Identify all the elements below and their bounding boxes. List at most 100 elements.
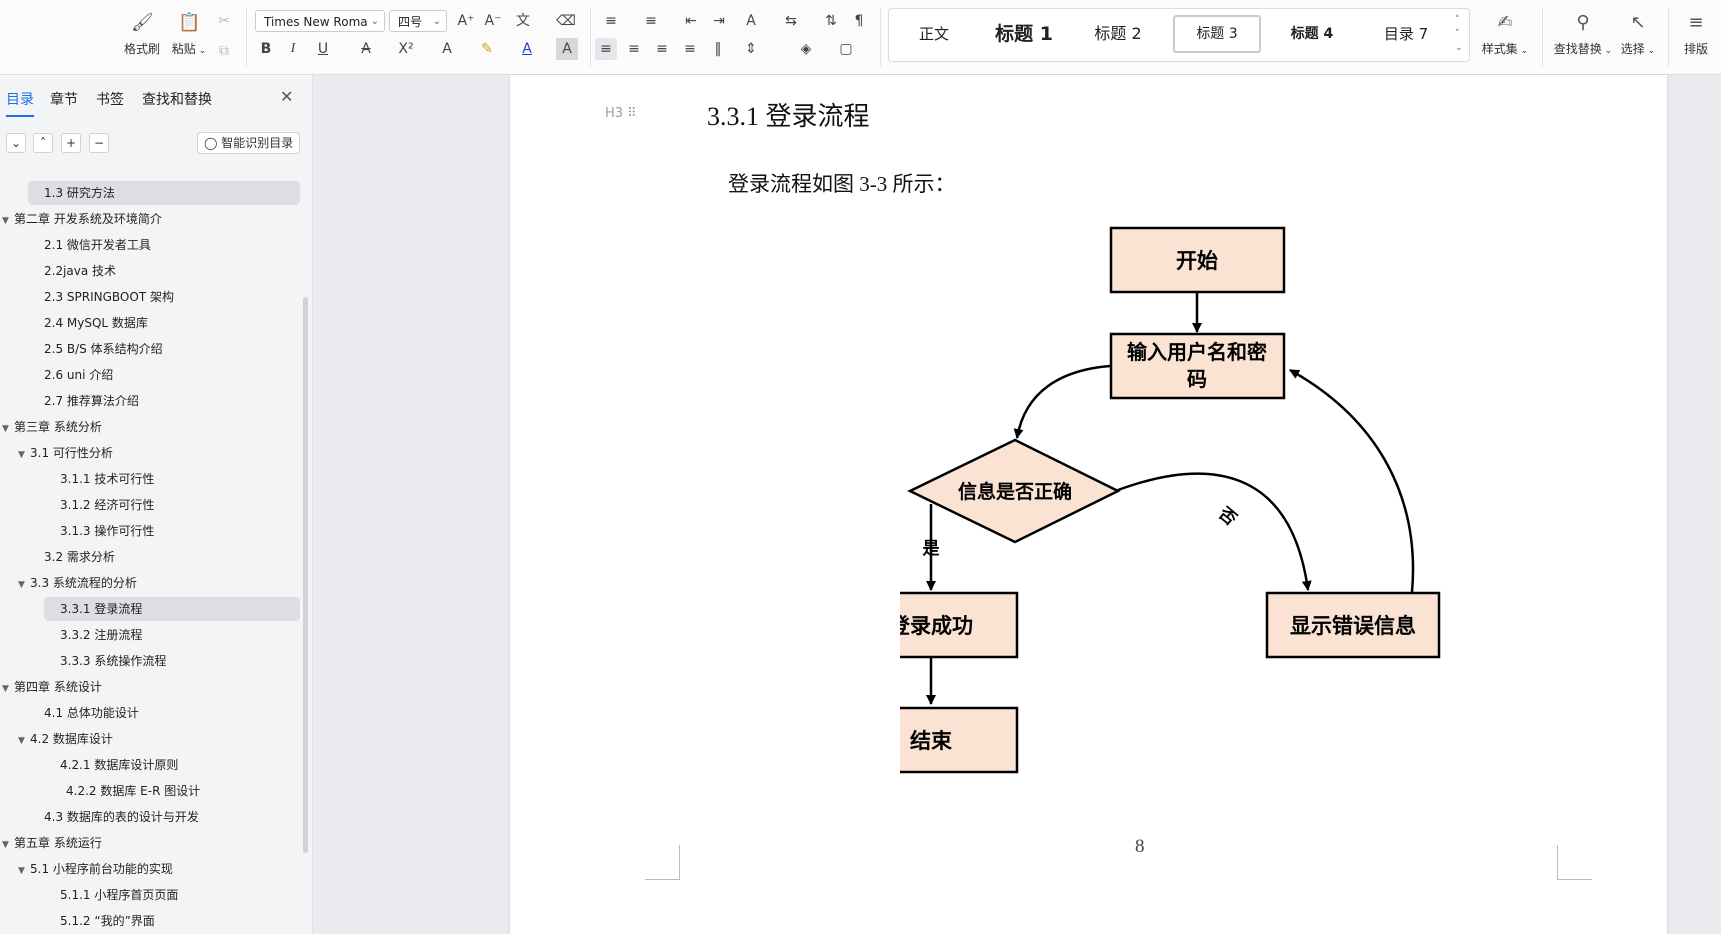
toc-item[interactable]: 3.3.3 系统操作流程 xyxy=(48,649,166,673)
toc-item[interactable]: 4.2.1 数据库设计原则 xyxy=(48,753,178,777)
remove-heading-icon[interactable]: − xyxy=(89,133,109,153)
toc-item[interactable]: ▼ 第三章 系统分析 xyxy=(2,415,102,439)
toc-item[interactable]: 2.6 uni 介绍 xyxy=(32,363,113,387)
toc-item[interactable]: ▼ 3.1 可行性分析 xyxy=(18,441,113,465)
toc-item[interactable]: 3.1.2 经济可行性 xyxy=(48,493,154,517)
increase-indent-icon[interactable]: ⇥ xyxy=(708,10,730,32)
justify-icon[interactable]: ≡ xyxy=(679,38,701,60)
toc-item[interactable]: 2.7 推荐算法介绍 xyxy=(32,389,139,413)
toc-item[interactable]: 1.3 研究方法 xyxy=(28,181,300,205)
pinyin-icon[interactable]: 文 xyxy=(512,10,534,32)
clear-format-icon[interactable]: ⌫ xyxy=(555,10,577,32)
line-spacing-icon[interactable]: ⇕ xyxy=(740,38,762,60)
shading-icon[interactable]: ◈ xyxy=(795,38,817,60)
toc-item[interactable]: 2.5 B/S 体系结构介绍 xyxy=(32,337,163,361)
expand-up-icon[interactable]: ˄ xyxy=(33,133,53,153)
toc-item[interactable]: ▼ 3.3 系统流程的分析 xyxy=(18,571,137,595)
tab-bookmarks[interactable]: 书签 xyxy=(96,89,124,109)
smart-toc-button[interactable]: ◯ 智能识别目录 xyxy=(197,132,300,154)
toc-item[interactable]: 2.4 MySQL 数据库 xyxy=(32,311,148,335)
expand-triangle-icon[interactable]: ▼ xyxy=(2,677,14,701)
close-icon[interactable]: ✕ xyxy=(280,87,293,106)
style-heading-3[interactable]: 标题 3 xyxy=(1173,15,1261,53)
toc-item[interactable]: ▼ 5.1 小程序前台功能的实现 xyxy=(18,857,173,881)
toc-item[interactable]: 3.3.1 登录流程 xyxy=(44,597,300,621)
shrink-font-icon[interactable]: A⁻ xyxy=(482,10,504,32)
grow-font-icon[interactable]: A⁺ xyxy=(455,10,477,32)
show-marks-icon[interactable]: ¶ xyxy=(848,10,870,32)
expand-triangle-icon[interactable]: ▼ xyxy=(2,833,14,857)
expand-triangle-icon[interactable]: ▼ xyxy=(2,209,14,233)
toc-item[interactable]: 3.1.1 技术可行性 xyxy=(48,467,154,491)
toc-item[interactable]: 1.2 国内外研究现状 xyxy=(32,167,151,173)
toc-item[interactable]: 4.2.2 数据库 E-R 图设计 xyxy=(54,779,200,803)
expand-triangle-icon[interactable]: ▼ xyxy=(18,729,30,753)
toc-item[interactable]: ▼ 4.2 数据库设计 xyxy=(18,727,113,751)
sort-icon[interactable]: ⇅ xyxy=(820,10,842,32)
expand-triangle-icon[interactable]: ▼ xyxy=(18,443,30,467)
toc-item[interactable]: 2.3 SPRINGBOOT 架构 xyxy=(32,285,174,309)
toc-item[interactable]: ▼ 第二章 开发系统及环境简介 xyxy=(2,207,162,231)
style-heading-2[interactable]: 标题 2 xyxy=(1075,15,1161,53)
toc-item[interactable]: 2.2java 技术 xyxy=(32,259,116,283)
bullet-list-icon[interactable]: ≡ xyxy=(600,10,622,32)
toc-item-label: 5.1.1 小程序首页页面 xyxy=(60,888,179,902)
toc-item[interactable]: 4.3 数据库的表的设计与开发 xyxy=(32,805,199,829)
paste-button[interactable]: 📋 粘贴 ⌄ xyxy=(165,8,213,57)
text-effect-icon[interactable]: A xyxy=(436,38,458,60)
expand-triangle-icon[interactable]: ▼ xyxy=(18,859,30,883)
tab-sections[interactable]: 章节 xyxy=(50,89,78,109)
toc-item-label: 3.1.2 经济可行性 xyxy=(60,498,155,512)
style-set-button[interactable]: ✍ 样式集 ⌄ xyxy=(1478,8,1532,57)
expand-triangle-icon[interactable]: ▼ xyxy=(18,573,30,597)
cut-icon[interactable]: ✂ xyxy=(213,10,235,32)
collapse-all-icon[interactable]: ⌄ xyxy=(6,133,26,153)
expand-triangle-icon[interactable]: ▼ xyxy=(2,417,14,441)
heading-level-marker[interactable]: H3 ⠿ xyxy=(605,106,637,121)
toc-item[interactable]: 3.2 需求分析 xyxy=(32,545,115,569)
toc-item[interactable]: 5.1.2 “我的”界面 xyxy=(48,909,155,933)
highlight-icon[interactable]: ✎ xyxy=(476,38,498,60)
select-button[interactable]: ↖ 选择 ⌄ xyxy=(1614,8,1662,57)
add-heading-icon[interactable]: + xyxy=(61,133,81,153)
search-icon: ⚲ xyxy=(1576,12,1590,33)
char-shading-icon[interactable]: A xyxy=(556,38,578,60)
border-icon[interactable]: ▢ xyxy=(835,38,857,60)
chinese-layout-icon[interactable]: A xyxy=(740,10,762,32)
toc-item[interactable]: 2.1 微信开发者工具 xyxy=(32,233,151,257)
bold-icon[interactable]: B xyxy=(255,38,277,60)
style-toc-7[interactable]: 目录 7 xyxy=(1363,15,1449,53)
toc-item[interactable]: ▼ 第四章 系统设计 xyxy=(2,675,102,699)
toc-item[interactable]: 3.3.2 注册流程 xyxy=(48,623,142,647)
toc-scrollbar[interactable] xyxy=(303,297,308,853)
align-center-icon[interactable]: ≡ xyxy=(623,38,645,60)
format-painter-button[interactable]: 🖌 格式刷 xyxy=(118,8,166,57)
font-size-select[interactable]: 四号 ⌄ xyxy=(389,10,447,32)
distribute-icon[interactable]: ‖ xyxy=(707,38,729,60)
style-heading-1[interactable]: 标题 1 xyxy=(981,15,1067,53)
font-name-select[interactable]: Times New Roma ⌄ xyxy=(255,10,385,32)
tab-find-replace[interactable]: 查找和替换 xyxy=(142,89,212,109)
tab-toc[interactable]: 目录 xyxy=(6,89,34,117)
layout-button[interactable]: ≡ 排版 xyxy=(1674,8,1718,57)
strikethrough-icon[interactable]: A xyxy=(355,38,377,60)
text-direction-icon[interactable]: ⇆ xyxy=(780,10,802,32)
font-color-icon[interactable]: A xyxy=(516,38,538,60)
italic-icon[interactable]: I xyxy=(282,38,304,60)
decrease-indent-icon[interactable]: ⇤ xyxy=(680,10,702,32)
copy-icon[interactable]: ⧉ xyxy=(213,40,235,62)
toc-item[interactable]: ▼ 第五章 系统运行 xyxy=(2,831,102,855)
paintbrush-icon: 🖌 xyxy=(131,12,154,33)
numbered-list-icon[interactable]: ≡ xyxy=(640,10,662,32)
toc-item[interactable]: 4.1 总体功能设计 xyxy=(32,701,139,725)
underline-icon[interactable]: U xyxy=(312,38,334,60)
gallery-scroll-icon[interactable]: ˄ ˅ ⌄ xyxy=(1455,13,1463,55)
align-left-icon[interactable]: ≡ xyxy=(595,38,617,60)
toc-item[interactable]: 3.1.3 操作可行性 xyxy=(48,519,154,543)
align-right-icon[interactable]: ≡ xyxy=(651,38,673,60)
toc-item[interactable]: 5.1.1 小程序首页页面 xyxy=(48,883,178,907)
superscript-icon[interactable]: X² xyxy=(395,38,417,60)
find-replace-button[interactable]: ⚲ 查找替换 ⌄ xyxy=(1552,8,1614,57)
style-heading-4[interactable]: 标题 4 xyxy=(1269,15,1355,53)
style-normal[interactable]: 正文 xyxy=(897,15,971,53)
